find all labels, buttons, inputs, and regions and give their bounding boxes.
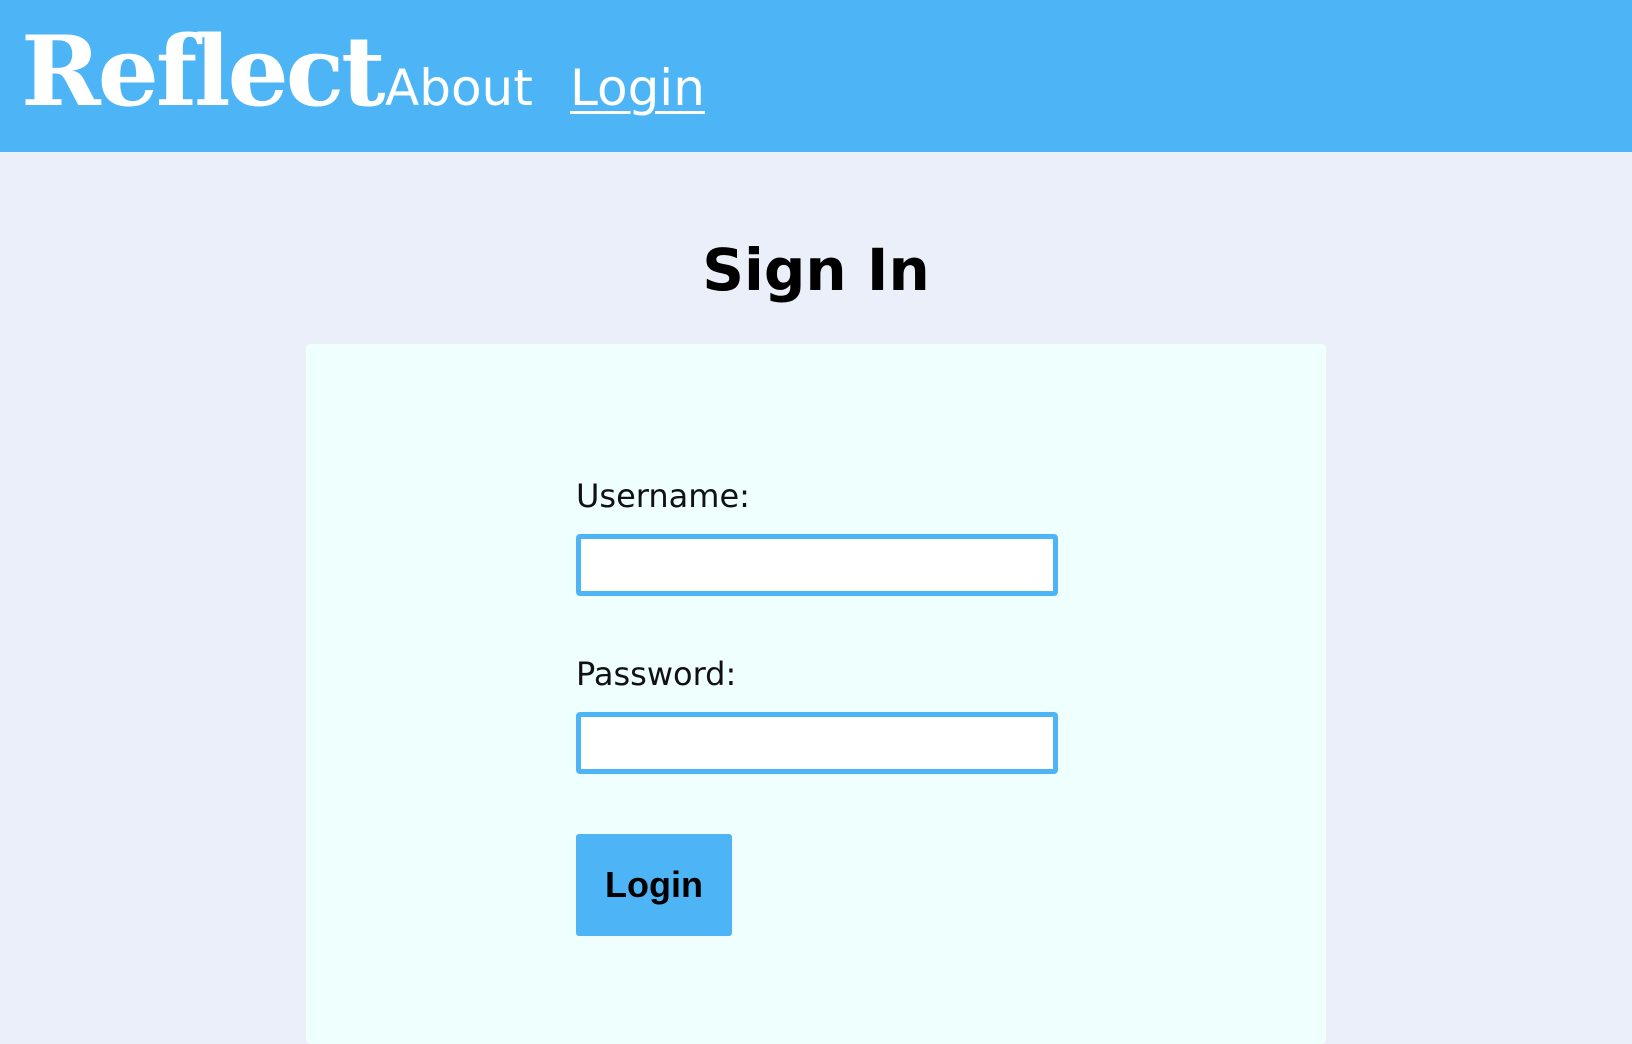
brand-logo[interactable]: Reflect (21, 16, 385, 128)
username-input[interactable] (576, 534, 1058, 596)
login-card (306, 344, 1326, 1044)
top-navigation-bar: Reflect About Login (0, 0, 1632, 152)
username-label: Username: (576, 477, 750, 515)
nav-link-login[interactable]: Login (570, 58, 705, 118)
login-submit-button[interactable]: Login (576, 834, 732, 936)
nav-link-about[interactable]: About (385, 58, 533, 118)
password-label: Password: (576, 655, 737, 693)
page-title: Sign In (702, 236, 930, 304)
password-input[interactable] (576, 712, 1058, 774)
